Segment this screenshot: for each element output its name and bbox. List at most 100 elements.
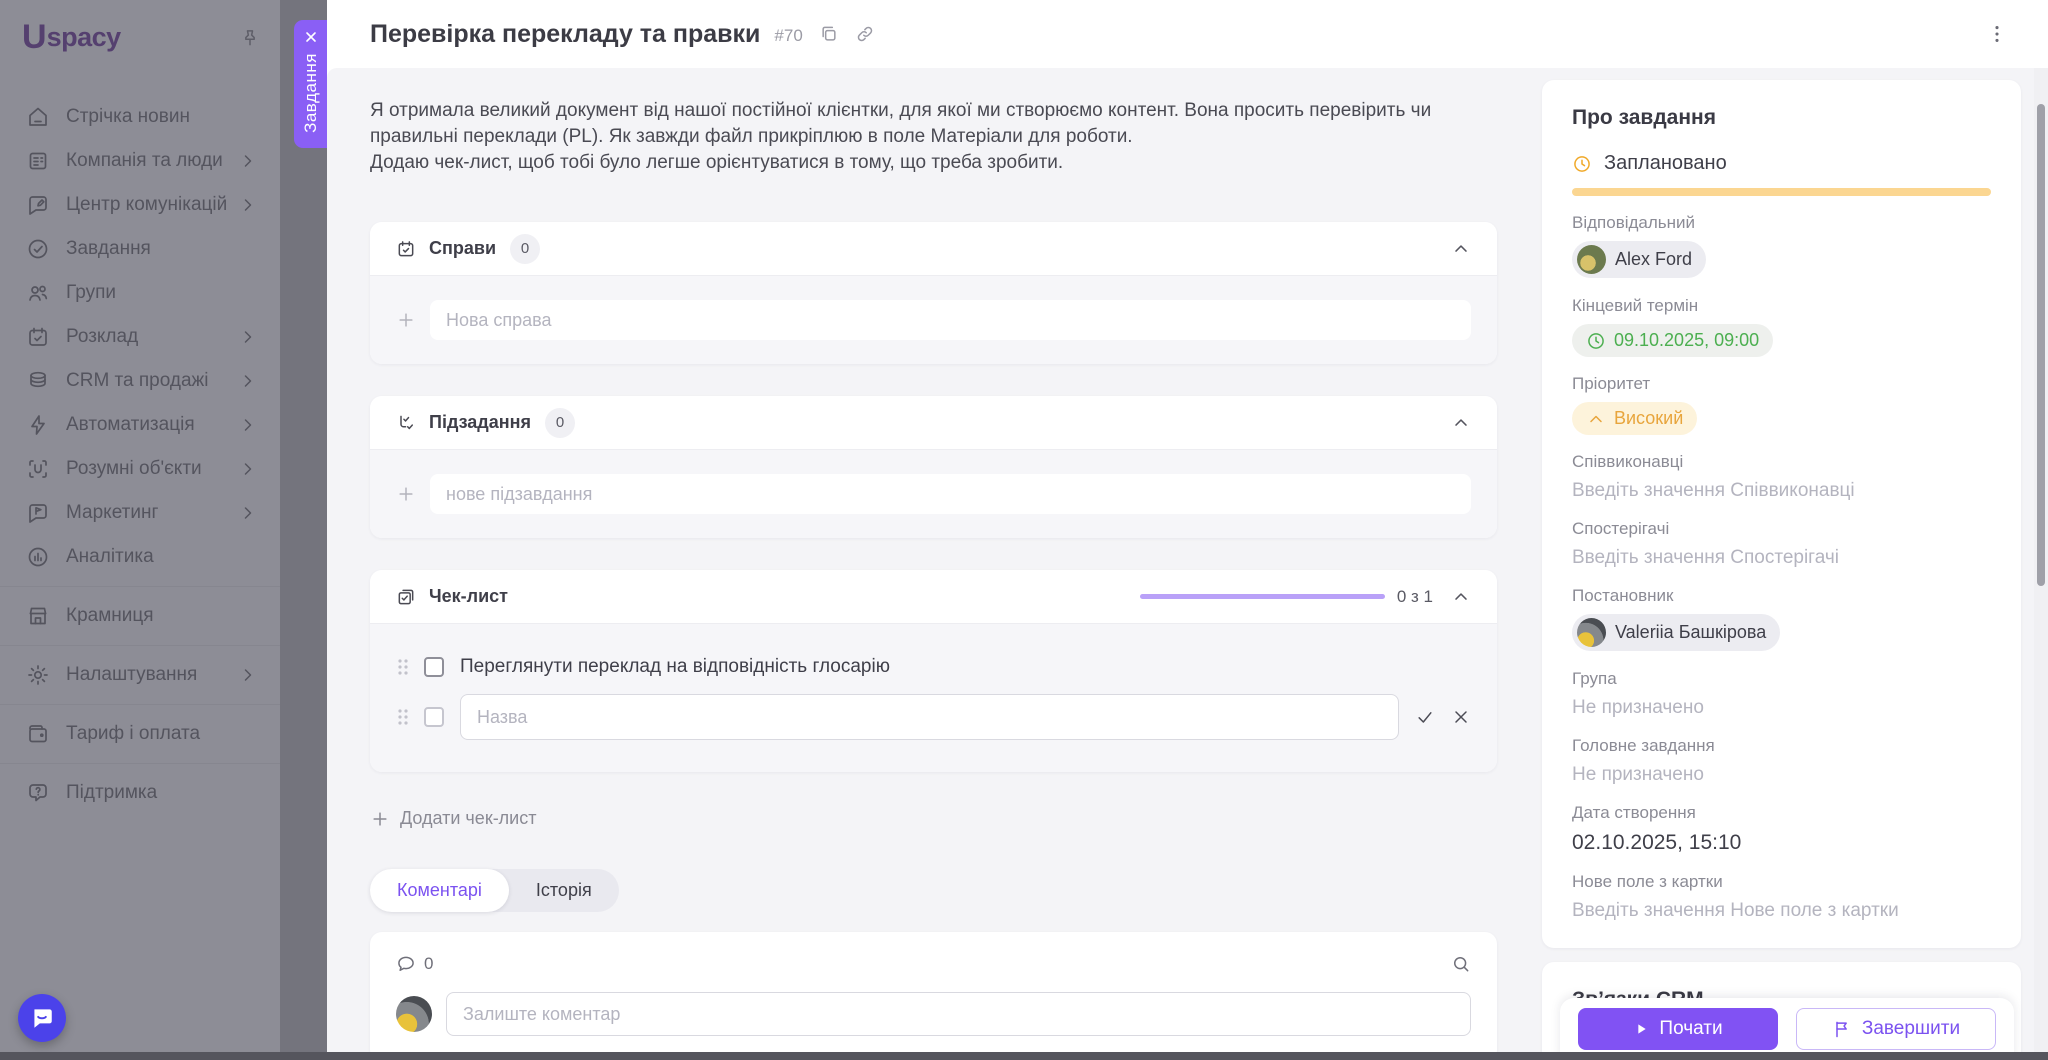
sidebar-item-tariff-payment[interactable]: Тариф і оплата [0,712,280,756]
sidebar-item-label: Аналітика [66,546,154,567]
finish-button-label: Завершити [1861,1018,1961,1039]
chevron-up-icon[interactable] [1451,413,1471,433]
sidebar-item-shop[interactable]: Крамниця [0,594,280,638]
checklist-item-checkbox[interactable] [424,657,444,677]
group-value[interactable]: Не призначено [1572,697,1991,719]
observers-placeholder[interactable]: Введіть значення Спостерігачі [1572,547,1991,569]
people-icon [29,285,48,301]
page-title: Перевірка перекладу та правки [370,19,761,48]
pin-sidebar-icon[interactable] [240,28,260,48]
sidebar-item-schedule[interactable]: Розклад [0,315,280,359]
author-chip[interactable]: Valeriia Башкірова [1572,614,1781,651]
responsible-chip[interactable]: Alex Ford [1572,241,1707,278]
deadline-label: Кінцевий термін [1572,296,1699,315]
priority-chip[interactable]: Високий [1572,402,1698,435]
chevron-right-icon [238,195,258,215]
calendar-icon [29,327,47,346]
play-icon [1638,1024,1647,1034]
chevron-up-icon[interactable] [1451,239,1471,259]
sidebar-item-marketing[interactable]: Маркетинг [0,491,280,535]
storefront-icon [29,607,47,625]
tab-comments[interactable]: Коментарі [370,869,509,912]
plus-icon[interactable] [396,484,416,504]
checklist-header: Чек-лист 0 з 1 [370,570,1497,623]
copy-icon[interactable] [819,24,839,44]
sidebar-item-automation[interactable]: Автоматизація [0,403,280,447]
new-item-checkbox[interactable] [424,707,444,727]
checklist-item-label: Переглянути переклад на відповідність гл… [460,656,890,677]
wallet-icon [29,725,47,743]
responsible-name: Alex Ford [1615,249,1693,269]
uspacy-logo-mark: U [22,18,47,56]
sidebar-item-smart-objects[interactable]: Розумні об'єкти [0,447,280,491]
tab-history[interactable]: Історія [509,869,619,912]
close-icon[interactable] [303,29,319,45]
drag-handle-icon[interactable] [396,657,410,677]
new-subtask-input[interactable] [430,474,1471,514]
comment-input[interactable] [446,992,1471,1036]
sidebar-item-communications[interactable]: Центр комунікацій [0,183,280,227]
confirm-icon[interactable] [1415,707,1435,727]
task-description: Я отримала великий документ від нашої по… [370,98,1497,176]
deadline-chip[interactable]: 09.10.2025, 09:00 [1572,324,1774,357]
more-menu-icon[interactable] [1982,19,2012,49]
start-button-label: Почати [1659,1018,1723,1039]
question-bubble-icon [29,784,47,802]
clock-icon [1588,332,1604,349]
status-label: Заплановано [1604,152,1727,174]
sidebar-item-settings[interactable]: Налаштування [0,653,280,697]
status-clock-icon [1574,155,1590,172]
chevron-up-icon[interactable] [1451,587,1471,607]
subtasks-title: Підзадання [429,412,531,432]
group-label: Група [1572,669,1617,688]
subtasks-header: Підзадання 0 [370,396,1497,449]
chevron-right-icon [238,371,258,391]
sidebar-divider [0,704,280,705]
comments-header: 0 [396,954,1471,974]
chevron-right-icon [238,503,258,523]
cases-body [370,275,1497,364]
status-row[interactable]: Заплановано [1572,152,1991,175]
sidebar-item-company-people[interactable]: Компанія та люди [0,139,280,183]
new-checklist-item-input[interactable] [460,694,1399,740]
support-chat-fab[interactable] [18,994,66,1042]
sidebar-item-label: Стрічка новин [66,106,190,127]
sidebar-divider [0,645,280,646]
chevron-right-icon [238,665,258,685]
parent-task-value[interactable]: Не призначено [1572,764,1991,786]
sidebar-item-label: Групи [66,282,116,303]
finish-button[interactable]: Завершити [1796,1008,1996,1050]
sidebar-item-groups[interactable]: Групи [0,271,280,315]
task-number: #70 [774,26,803,45]
sidebar-item-label: Автоматизація [66,414,195,435]
subtasks-body [370,449,1497,538]
new-case-input[interactable] [430,300,1471,340]
scrollbar-thumb[interactable] [2037,104,2045,586]
link-icon[interactable] [855,24,875,44]
sidebar-divider [0,586,280,587]
comments-count: 0 [424,954,434,973]
current-user-avatar [396,996,432,1032]
priority-value: Високий [1614,408,1684,428]
chevron-right-icon [238,151,258,171]
cancel-icon[interactable] [1451,707,1471,727]
start-button[interactable]: Почати [1578,1008,1778,1050]
custom-field-placeholder[interactable]: Введіть значення Нове поле з картки [1572,900,1991,922]
sidebar-item-crm-sales[interactable]: CRM та продажі [0,359,280,403]
sidebar-item-label: CRM та продажі [66,370,209,391]
created-date-value: 02.10.2025, 15:10 [1572,831,1742,854]
sidebar-item-tasks[interactable]: Завдання [0,227,280,271]
gear-icon [28,665,48,685]
vertical-scrollbar[interactable] [2034,68,2048,1060]
sidebar-item-analytics[interactable]: Аналітика [0,535,280,579]
plus-icon[interactable] [396,310,416,330]
sidebar-item-support[interactable]: Підтримка [0,771,280,815]
search-icon[interactable] [1451,954,1471,974]
checklist-icon [396,587,416,607]
task-drawer-tab[interactable]: Завдання [294,20,327,148]
add-checklist-button[interactable]: Додати чек-лист [370,808,537,829]
drag-handle-icon[interactable] [396,707,410,727]
database-icon [30,371,46,388]
sidebar-item-news-feed[interactable]: Стрічка новин [0,95,280,139]
coexecutors-placeholder[interactable]: Введіть значення Співвиконавці [1572,480,1991,502]
